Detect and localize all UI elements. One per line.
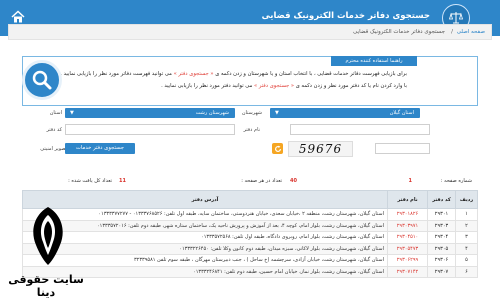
row-number: ۳ [455, 231, 478, 244]
office-code: ۲۹۳۰۷ [427, 265, 456, 278]
office-name-input[interactable] [65, 124, 235, 144]
result-stats: شماره صفحه : 1 تعداد در هر صفحه : 40 تعد… [18, 176, 482, 186]
help-title: راهنما استفاده کننده محترم [331, 56, 417, 66]
home-icon[interactable] [10, 9, 26, 25]
help-line-2: با وارد کردن نام یا کد دفتر مورد نظر و ز… [161, 83, 407, 89]
office-name: ۲۹۳۰۷۱۴۲ [387, 265, 428, 278]
breadcrumb-home[interactable]: صفحه اصلی [457, 29, 485, 35]
office-code: ۲۹۳۰۳ [427, 219, 456, 232]
help-box: راهنما استفاده کننده محترم برای بازیابی … [22, 56, 478, 106]
city-label: شهرستان [241, 110, 262, 116]
scales-logo-icon [24, 205, 72, 267]
row-number: ۲ [455, 219, 478, 232]
results-table: ردیف کد دفتر نام دفتر آدرس دفتر ۱ ۲۹۳۰۱ … [22, 190, 478, 278]
table-header-row: ردیف کد دفتر نام دفتر آدرس دفتر [22, 190, 478, 209]
table-row[interactable]: ۱ ۲۹۳۰۱ ۲۹۳۰۱۸۲۶ استان گیلان، شهرستان رش… [22, 208, 478, 221]
captcha-image: 59676 [288, 141, 353, 157]
per-page-label: تعداد در هر صفحه : [241, 178, 282, 184]
watermark-text: سایت حقوقی دینا [8, 273, 84, 299]
office-code: ۲۹۳۰۶ [427, 254, 456, 267]
refresh-icon[interactable] [272, 143, 283, 154]
office-code: ۲۹۳۰۱ [427, 208, 456, 221]
row-number: ۱ [455, 208, 478, 221]
page-number-label: شماره صفحه : [440, 178, 472, 184]
city-select[interactable]: شهرستان رشت ▼ [65, 108, 235, 118]
breadcrumb-current: جستجوی دفاتر خدمات الکترونیک قضایی [353, 29, 445, 35]
office-name-label: نام دفتر [243, 127, 260, 133]
office-code-label: کد دفتر [46, 127, 62, 133]
per-page-value: 40 [290, 178, 297, 184]
row-number: ۶ [455, 265, 478, 278]
office-name: ۲۹۳۰۴۵۱۰ [387, 231, 428, 244]
office-code-input[interactable] [290, 124, 430, 144]
province-label: استان [49, 110, 62, 116]
column-header: کد دفتر [427, 190, 456, 209]
office-name: ۲۹۳۰۱۸۲۶ [387, 208, 428, 221]
help-line-1: برای بازیابی فهرست دفاتر خدمات قضایی ، ب… [60, 71, 407, 77]
office-name: ۲۹۳۰۶۲۹۹ [387, 254, 428, 267]
office-code: ۲۹۳۰۵ [427, 242, 456, 255]
captcha-input[interactable] [375, 143, 430, 163]
province-select[interactable]: استان گیلان ▼ [270, 108, 420, 118]
table-row[interactable]: ۶ ۲۹۳۰۷ ۲۹۳۰۷۱۴۲ استان گیلان، شهرستان رش… [22, 265, 478, 278]
total-found-label: تعداد کل یافت شده : [68, 178, 112, 184]
chevron-down-icon: ▼ [70, 110, 74, 116]
table-row[interactable]: ۴ ۲۹۳۰۵ ۲۹۳۰۵۴۷۳ استان گیلان، شهرستان رش… [22, 242, 478, 255]
chevron-down-icon: ▼ [275, 110, 279, 116]
column-header: نام دفتر [387, 190, 428, 209]
row-number: ۴ [455, 242, 478, 255]
row-number: ۵ [455, 254, 478, 267]
office-code: ۲۹۳۰۴ [427, 231, 456, 244]
site-watermark: سایت حقوقی دینا [2, 205, 90, 299]
table-row[interactable]: ۲ ۲۹۳۰۳ ۲۹۳۰۳۹۷۱ استان گیلان، شهرستان رش… [22, 219, 478, 232]
search-icon [22, 60, 62, 100]
table-row[interactable]: ۵ ۲۹۳۰۶ ۲۹۳۰۶۲۹۹ استان گیلان، شهرستان رش… [22, 254, 478, 267]
office-name: ۲۹۳۰۵۴۷۳ [387, 242, 428, 255]
breadcrumb: صفحه اصلی / جستجوی دفاتر خدمات الکترونیک… [8, 24, 492, 40]
breadcrumb-separator: / [451, 29, 453, 35]
column-header: ردیف [455, 190, 478, 209]
page-title: جستجوی دفاتر خدمات الکترونیک قضایی [261, 11, 430, 21]
captcha-label: تصویر امنیتی [40, 146, 67, 152]
page-number-value: 1 [408, 178, 412, 184]
total-found-value: 11 [119, 178, 126, 184]
office-name: ۲۹۳۰۳۹۷۱ [387, 219, 428, 232]
search-office-button[interactable]: جستجوی دفتر خدمات [65, 143, 135, 154]
table-row[interactable]: ۳ ۲۹۳۰۴ ۲۹۳۰۴۵۱۰ استان گیلان، شهرستان رش… [22, 231, 478, 244]
